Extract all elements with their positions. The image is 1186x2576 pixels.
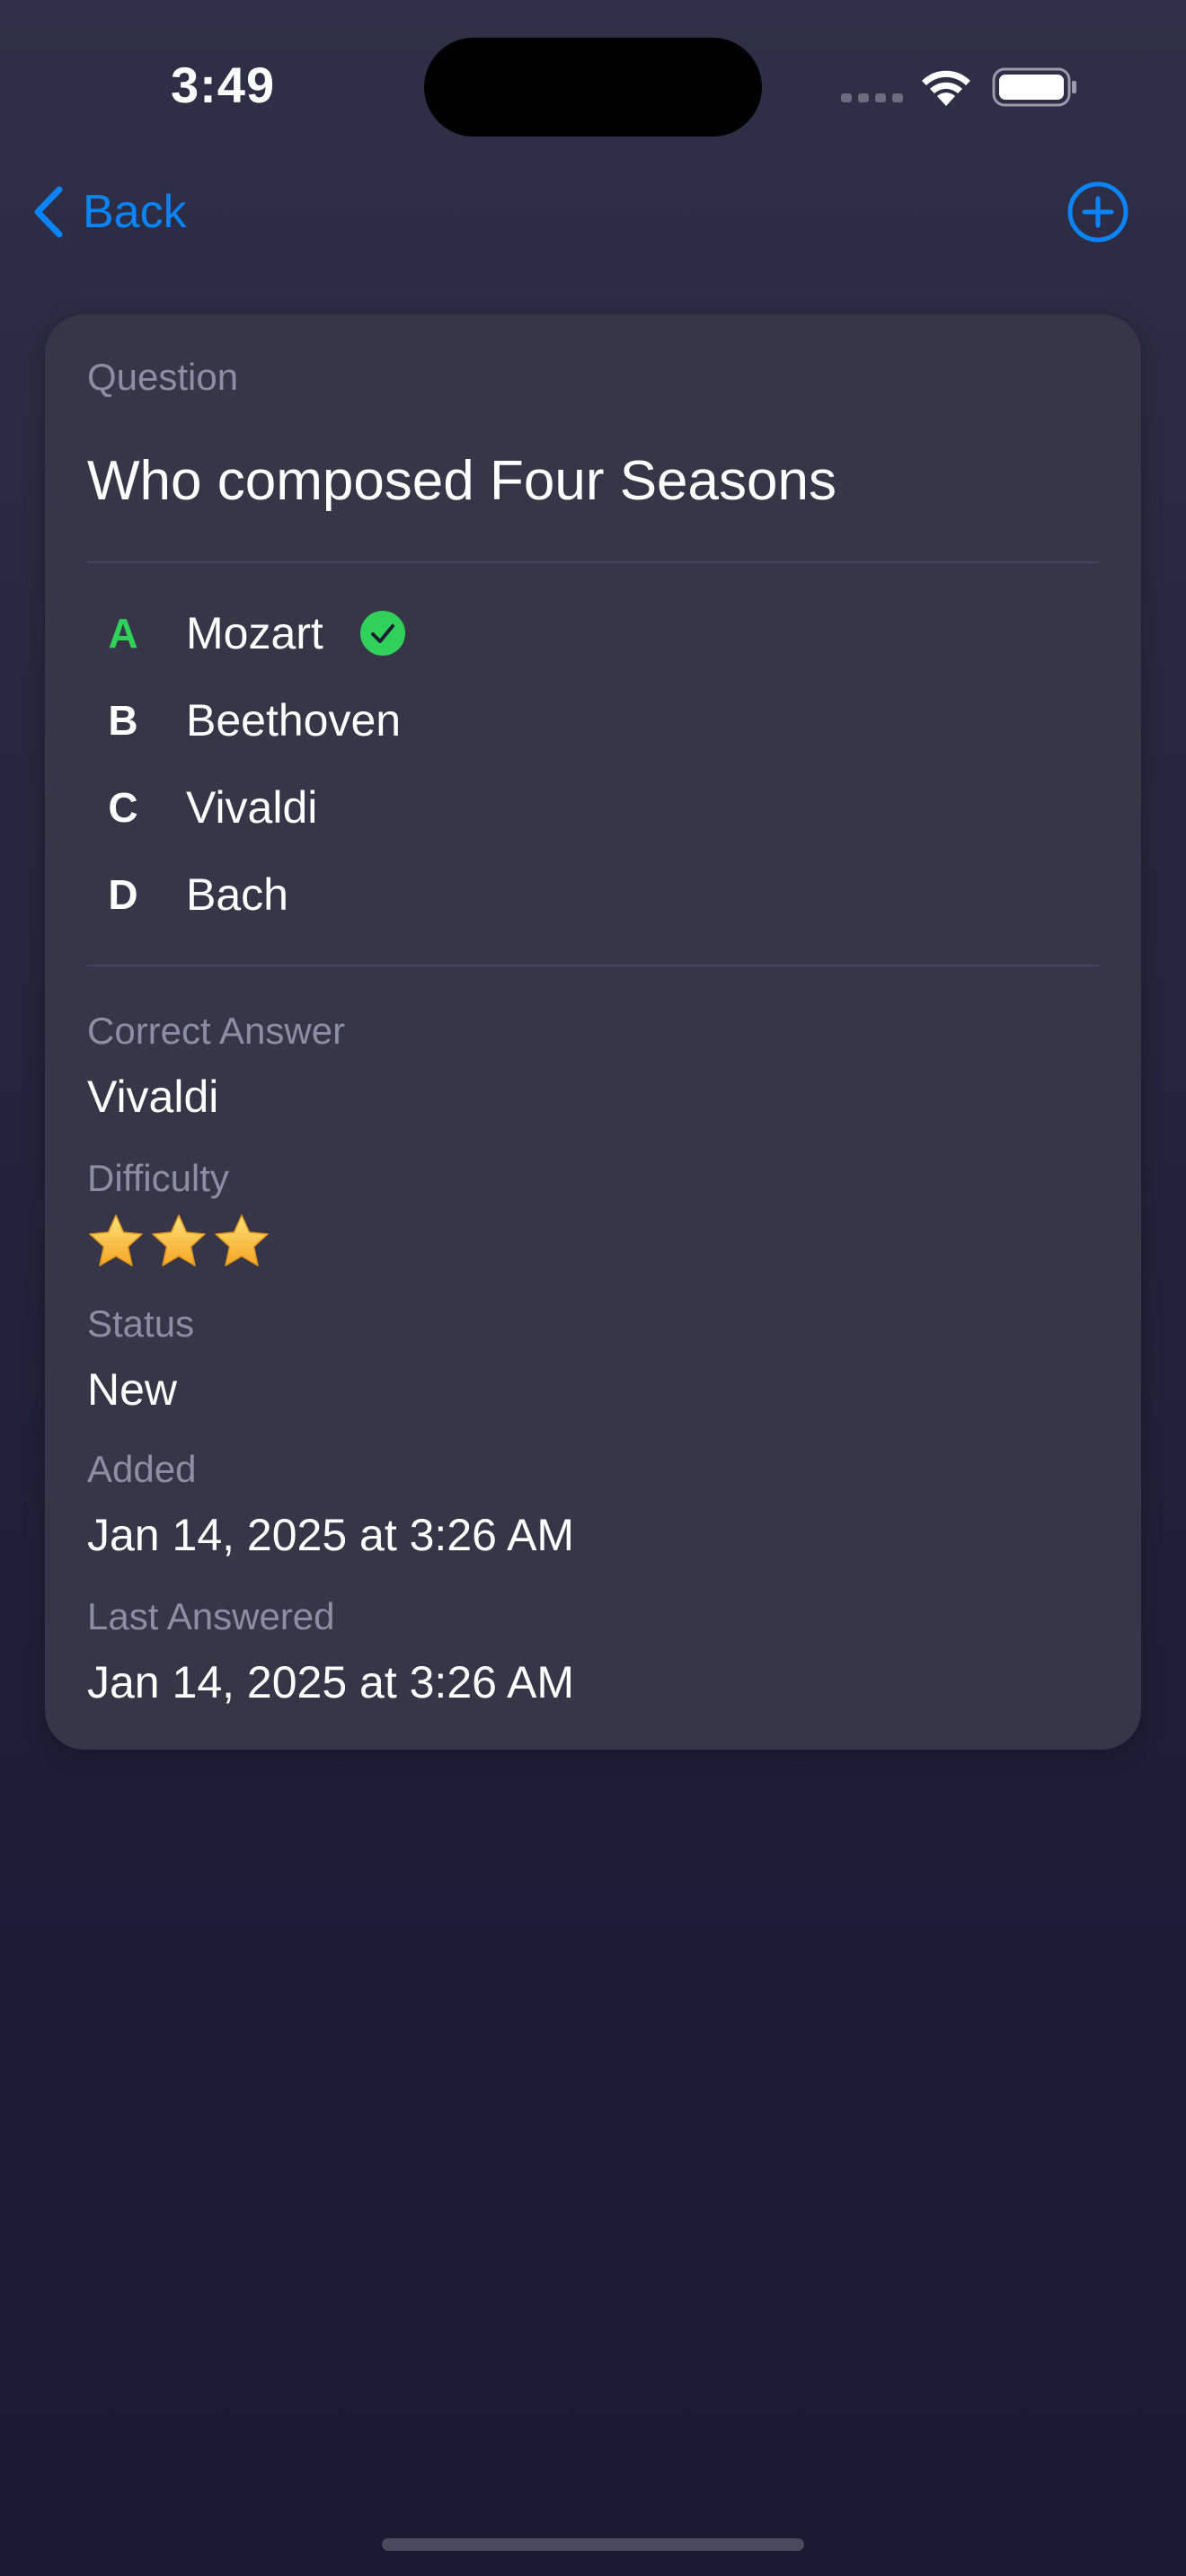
dynamic-island (424, 38, 762, 137)
star-icon (89, 1214, 143, 1266)
option-letter: D (108, 871, 138, 918)
divider (87, 965, 1099, 966)
correct-answer-label: Correct Answer (87, 1010, 346, 1052)
star-icon (152, 1214, 206, 1266)
chevron-left-icon (34, 186, 63, 238)
status-bar: 3:49 (0, 0, 1186, 180)
last-answered-value: Jan 14, 2025 at 3:26 AM (87, 1657, 575, 1707)
cellular-signal-icon (841, 93, 903, 102)
option-b: B Beethoven (87, 684, 401, 756)
plus-circle-icon[interactable] (1066, 180, 1130, 244)
status-label: Status (87, 1302, 195, 1345)
back-label: Back (83, 186, 187, 238)
option-text: Vivaldi (186, 782, 318, 833)
added-label: Added (87, 1448, 197, 1490)
difficulty-rating (87, 1213, 270, 1270)
star-icon (215, 1214, 269, 1266)
option-letter: A (108, 610, 138, 657)
checkmark-circle-icon (359, 611, 405, 656)
option-text: Beethoven (186, 695, 402, 745)
status-time: 3:49 (171, 57, 276, 113)
back-button[interactable]: Back (32, 176, 187, 248)
status-value: New (87, 1364, 178, 1415)
option-c: C Vivaldi (87, 772, 317, 843)
question-text: Who composed Four Seasons (87, 450, 836, 512)
home-indicator (382, 2538, 804, 2551)
added-value: Jan 14, 2025 at 3:26 AM (87, 1510, 575, 1560)
question-detail-card: Question Who composed Four Seasons A Moz… (45, 314, 1141, 1750)
difficulty-label: Difficulty (87, 1157, 229, 1199)
option-letter: C (108, 784, 138, 831)
correct-answer-value: Vivaldi (87, 1072, 219, 1122)
navigation-bar: Back (0, 176, 1186, 248)
battery-icon (992, 67, 1076, 107)
option-d: D Bach (87, 859, 288, 931)
divider (87, 561, 1099, 563)
wifi-icon (922, 70, 970, 106)
option-a: A Mozart (87, 597, 406, 669)
option-letter: B (108, 697, 138, 744)
question-label: Question (87, 356, 239, 398)
last-answered-label: Last Answered (87, 1595, 335, 1637)
option-text: Bach (186, 869, 288, 920)
option-text: Mozart (186, 608, 323, 658)
